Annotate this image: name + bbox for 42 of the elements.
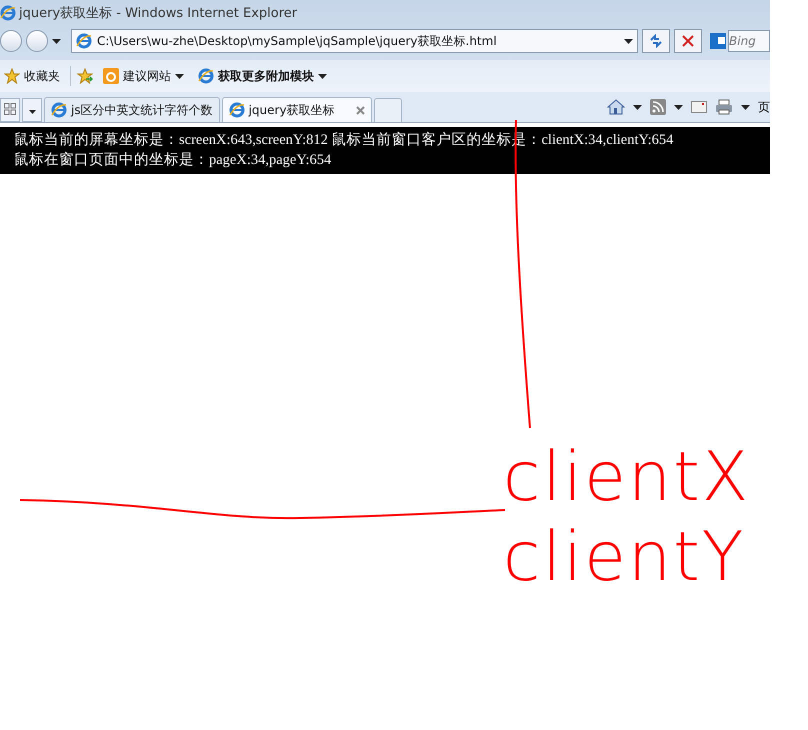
browser-icon: [228, 102, 245, 118]
mail-icon[interactable]: [691, 101, 707, 113]
browser-icon: [51, 102, 67, 118]
home-icon[interactable]: [607, 99, 625, 115]
browser-tab[interactable]: js区分中英文统计字符个数: [44, 97, 220, 122]
caret-icon[interactable]: [318, 74, 327, 78]
browser-tab[interactable]: jquery获取坐标: [222, 97, 372, 122]
close-icon[interactable]: [356, 106, 365, 114]
caret-icon[interactable]: [624, 38, 633, 44]
back-button[interactable]: [0, 30, 22, 52]
caret-icon: [28, 110, 36, 114]
page-icon: [76, 33, 92, 49]
caret-icon[interactable]: [52, 38, 61, 44]
caret-icon[interactable]: [175, 74, 184, 78]
site-icon: [103, 68, 119, 84]
caret-icon[interactable]: [633, 104, 642, 110]
address-field[interactable]: C:\Users\wu-zhe\Desktop\mySample\jqSample\jquery获取坐标.html: [71, 29, 638, 53]
page-menu[interactable]: 页: [758, 98, 770, 116]
search-field[interactable]: Bing: [728, 30, 770, 52]
favorites-item[interactable]: 收藏夹: [0, 68, 64, 84]
window-title: jquery获取坐标 - Windows Internet Explorer: [19, 5, 298, 22]
mail-icon: [710, 33, 726, 49]
quick-tabs-button[interactable]: [0, 98, 20, 122]
grid-icon: [4, 102, 16, 114]
tab-list-button[interactable]: [22, 98, 42, 122]
refresh-icon: [649, 34, 663, 48]
star-icon: [4, 68, 20, 84]
caret-icon[interactable]: [741, 104, 750, 110]
browser-logo-icon: [0, 5, 16, 21]
add-favorite-icon[interactable]: [77, 68, 93, 84]
caret-icon[interactable]: [674, 104, 683, 110]
refresh-button[interactable]: [642, 29, 670, 53]
coordinate-text: 鼠标在窗口页面中的坐标是：pageX:34,pageY:654: [14, 150, 332, 170]
favorites-item[interactable]: 建议网站: [99, 68, 188, 84]
feed-icon[interactable]: [650, 99, 666, 115]
printer-icon[interactable]: [715, 99, 733, 115]
stop-button[interactable]: [674, 29, 702, 53]
favorites-item[interactable]: 获取更多附加模块: [194, 68, 331, 84]
browser-icon: [198, 68, 214, 84]
close-icon: [682, 35, 694, 47]
handwritten-label: clientX: [503, 440, 750, 516]
handwritten-label: clientY: [503, 520, 746, 596]
